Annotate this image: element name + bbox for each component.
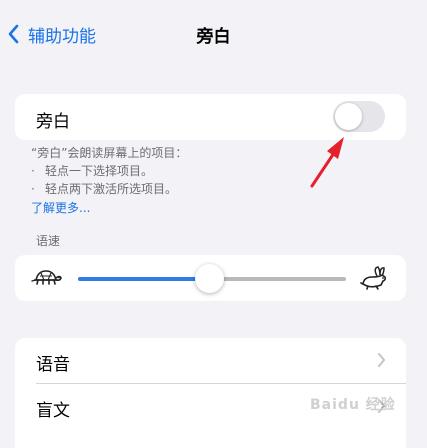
navigation-bar: 辅助功能 旁白 bbox=[0, 0, 427, 68]
watermark: Baidu 经验 bbox=[310, 397, 396, 413]
hare-icon bbox=[360, 266, 387, 290]
list-item-voice[interactable]: 语音 bbox=[15, 338, 406, 384]
voiceover-toggle[interactable] bbox=[333, 101, 385, 132]
learn-more-link[interactable]: 了解更多... bbox=[31, 199, 90, 216]
speech-rate-slider[interactable] bbox=[194, 264, 224, 293]
speech-rate-track-fill bbox=[78, 277, 210, 281]
description-bullet: · 轻点一下选择项目。 bbox=[31, 162, 391, 180]
speech-rate-card bbox=[15, 255, 406, 301]
bullet-dot: · bbox=[31, 164, 35, 178]
bullet-text: 轻点两下激活所选项目。 bbox=[45, 182, 178, 196]
description-bullet: · 轻点两下激活所选项目。 bbox=[31, 180, 391, 198]
settings-list: 语音 盲文 bbox=[15, 338, 406, 448]
toggle-knob bbox=[335, 103, 362, 130]
chevron-right-icon bbox=[378, 353, 385, 367]
description-heading: “旁白”会朗读屏幕上的项目： bbox=[31, 146, 188, 160]
voiceover-description: “旁白”会朗读屏幕上的项目： · 轻点一下选择项目。 · 轻点两下激活所选项目。 bbox=[31, 144, 391, 198]
page-title: 旁白 bbox=[196, 27, 231, 47]
bullet-dot: · bbox=[31, 182, 35, 196]
list-item-label: 盲文 bbox=[36, 401, 70, 421]
list-item-label: 语音 bbox=[36, 355, 70, 375]
tortoise-icon bbox=[31, 270, 62, 285]
bullet-text: 轻点一下选择项目。 bbox=[45, 164, 154, 178]
speech-rate-label: 语速 bbox=[36, 234, 61, 248]
voiceover-card: 旁白 bbox=[15, 94, 406, 140]
voiceover-label: 旁白 bbox=[36, 112, 70, 132]
